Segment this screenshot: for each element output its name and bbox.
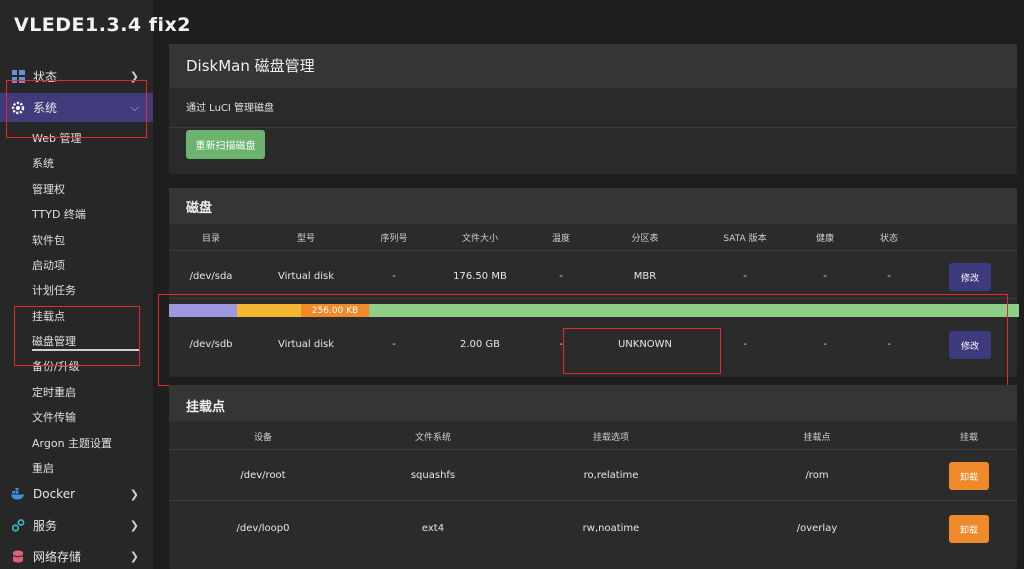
column-header: 挂载 (959, 433, 979, 443)
disks-header (169, 188, 1017, 224)
disk-path: /dev/sda (189, 271, 233, 282)
page-title: DiskMan 磁盘管理 (186, 57, 315, 75)
sidebar-subitem-argon[interactable]: Argon 主题设置 (32, 435, 112, 451)
column-header: 设备 (253, 433, 273, 443)
column-header: 挂载选项 (592, 433, 630, 443)
column-header: 序列号 (380, 234, 408, 244)
column-header: 文件大小 (461, 234, 499, 244)
sidebar-item-label: 网络存储 (33, 549, 82, 564)
sidebar-subitem-system[interactable]: 系统 (32, 155, 54, 171)
disk-temp: - (559, 271, 563, 282)
mount-device: /dev/root (240, 470, 286, 481)
docker-icon (11, 487, 25, 501)
rescan-button[interactable]: 重新扫描磁盘 (186, 130, 265, 159)
column-header: 状态 (879, 234, 899, 244)
sidebar-item-services[interactable]: 服务 ❯ (0, 514, 153, 536)
mount-point: /overlay (796, 523, 838, 534)
column-header: 文件系统 (414, 433, 452, 443)
disk-size: 176.50 MB (453, 271, 507, 282)
highlight-box (563, 328, 721, 374)
column-header: 温度 (551, 234, 571, 244)
mount-fs: ext4 (421, 523, 445, 534)
sidebar-subitem-cron[interactable]: 计划任务 (32, 282, 76, 298)
chevron-right-icon: ❯ (129, 549, 139, 563)
divider (169, 500, 1017, 501)
unmount-button[interactable]: 卸载 (949, 515, 989, 543)
disk-model: Virtual disk (278, 271, 334, 282)
sidebar-subitem-file-transfer[interactable]: 文件传输 (32, 409, 76, 425)
unmount-button[interactable]: 卸载 (949, 462, 989, 490)
disk-partition-table: MBR (633, 271, 657, 282)
sidebar-item-label: 服务 (33, 518, 58, 533)
mounts-title: 挂载点 (186, 400, 226, 415)
page-description: 通过 LuCI 管理磁盘 (186, 103, 275, 114)
column-header: 目录 (201, 234, 221, 244)
mount-options: rw,noatime (582, 523, 640, 534)
disks-title: 磁盘 (186, 201, 213, 216)
services-icon (11, 518, 25, 532)
mount-fs: squashfs (410, 470, 456, 481)
chevron-right-icon: ❯ (129, 518, 139, 532)
column-header: 健康 (815, 234, 835, 244)
sidebar-subitem-startup[interactable]: 启动项 (32, 257, 65, 273)
sidebar-subitem-packages[interactable]: 软件包 (32, 232, 65, 248)
disk-health: - (823, 271, 827, 282)
mounts-header (169, 385, 1017, 421)
column-header: 挂载点 (803, 433, 831, 443)
column-header: SATA 版本 (723, 234, 767, 244)
brand-title: VLEDE1.3.4 fix2 (14, 14, 192, 36)
disk-serial: - (392, 271, 396, 282)
mount-device: /dev/loop0 (236, 523, 290, 534)
highlight-box (6, 80, 147, 138)
sidebar-subitem-reboot-schedule[interactable]: 定时重启 (32, 384, 76, 400)
sidebar-subitem-reboot[interactable]: 重启 (32, 460, 54, 476)
column-header: 分区表 (631, 234, 659, 244)
disk-sata: - (743, 271, 747, 282)
column-header: 型号 (296, 234, 316, 244)
sidebar-subitem-admin[interactable]: 管理权 (32, 181, 65, 197)
sidebar-item-storage[interactable]: 网络存储 ❯ (0, 545, 153, 567)
divider (169, 127, 1017, 128)
edit-button[interactable]: 修改 (949, 263, 991, 291)
sidebar-item-docker[interactable]: Docker ❯ (0, 483, 153, 505)
storage-icon (11, 549, 25, 563)
highlight-box (14, 306, 140, 366)
sidebar-item-label: Docker (33, 487, 76, 501)
chevron-right-icon: ❯ (129, 487, 139, 501)
sidebar-subitem-ttyd[interactable]: TTYD 终端 (32, 206, 86, 222)
mount-options: ro,relatime (583, 470, 639, 481)
mount-point: /rom (805, 470, 829, 481)
divider (169, 250, 1017, 251)
divider (169, 449, 1017, 450)
disk-status: - (887, 271, 891, 282)
